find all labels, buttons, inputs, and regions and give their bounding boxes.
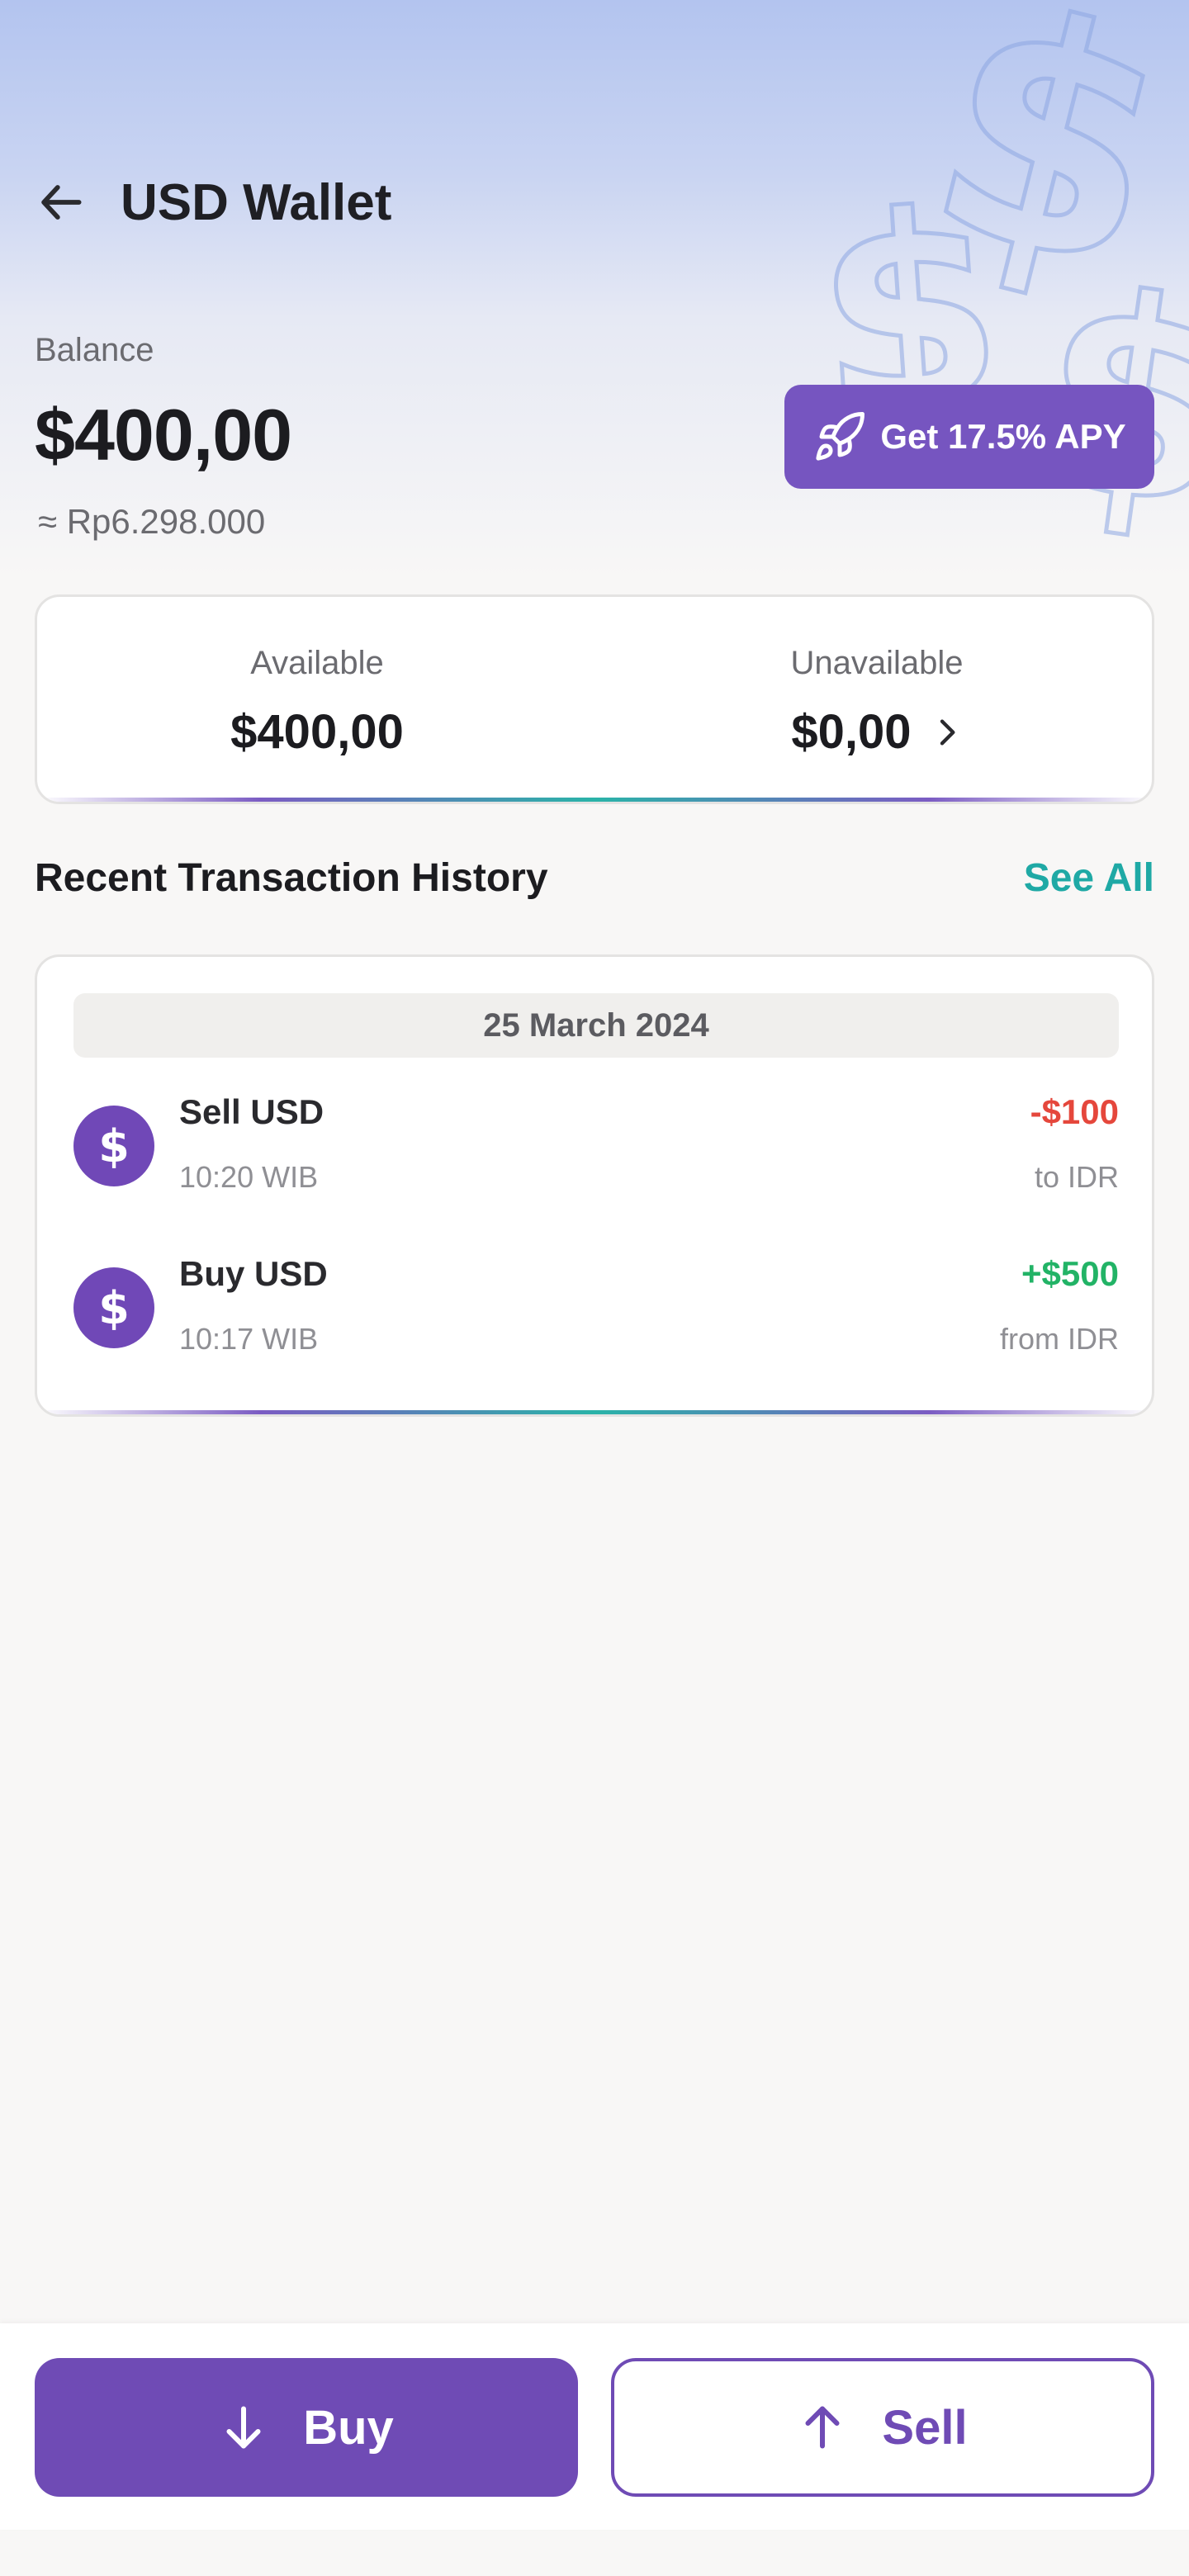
unavailable-value: $0,00 <box>791 705 912 759</box>
get-apy-label: Get 17.5% APY <box>880 417 1126 456</box>
balance-idr-equivalent: ≈ Rp6.298.000 <box>38 502 266 541</box>
sell-label: Sell <box>882 2400 968 2455</box>
transaction-amount: -$100 <box>1030 1092 1119 1131</box>
back-button[interactable] <box>33 173 91 231</box>
unavailable-balance-button[interactable]: Unavailable $0,00 <box>597 597 1152 802</box>
date-header: 25 March 2024 <box>73 993 1119 1058</box>
transaction-row[interactable]: $ Sell USD 10:20 WIB -$100 to IDR <box>73 1089 1119 1205</box>
section-title: Recent Transaction History <box>35 856 548 900</box>
transaction-row[interactable]: $ Buy USD 10:17 WIB +$500 from IDR <box>73 1251 1119 1366</box>
transaction-section-header: Recent Transaction History See All <box>35 855 1154 901</box>
see-all-link[interactable]: See All <box>1024 855 1154 901</box>
page-title: USD Wallet <box>121 173 392 231</box>
rocket-icon <box>816 412 865 461</box>
available-balance: Available $400,00 <box>37 597 597 802</box>
balance-label: Balance <box>35 332 154 368</box>
get-apy-button[interactable]: Get 17.5% APY <box>784 385 1154 489</box>
available-value: $400,00 <box>230 705 404 759</box>
available-label: Available <box>250 645 384 681</box>
header-background: $ $ $ <box>0 0 1189 578</box>
transaction-time: 10:20 WIB <box>179 1160 319 1194</box>
arrow-down-icon <box>226 2406 261 2449</box>
transaction-subtext: to IDR <box>1034 1160 1119 1194</box>
arrow-up-icon <box>805 2406 840 2449</box>
chevron-right-icon <box>930 714 963 751</box>
arrow-left-icon <box>41 185 82 220</box>
transaction-name: Buy USD <box>179 1254 328 1293</box>
dollar-icon: $ <box>73 1267 154 1348</box>
transaction-time: 10:17 WIB <box>179 1322 319 1356</box>
transaction-list-card: 25 March 2024 $ Sell USD 10:20 WIB -$100… <box>35 954 1154 1417</box>
buy-label: Buy <box>303 2400 394 2455</box>
buy-button[interactable]: Buy <box>35 2358 578 2497</box>
balance-value: $400,00 <box>35 394 292 476</box>
top-bar: USD Wallet <box>33 165 391 239</box>
transaction-amount: +$500 <box>1021 1254 1119 1293</box>
card-gradient-bar <box>37 798 1152 802</box>
bottom-action-bar: Buy Sell <box>0 2323 1189 2530</box>
availability-card: Available $400,00 Unavailable $0,00 <box>35 594 1154 804</box>
unavailable-value-row: $0,00 <box>597 704 1152 760</box>
sell-button[interactable]: Sell <box>611 2358 1154 2497</box>
transaction-subtext: from IDR <box>1000 1322 1119 1356</box>
transaction-name: Sell USD <box>179 1092 324 1131</box>
card-gradient-bar <box>37 1410 1152 1414</box>
unavailable-label: Unavailable <box>790 645 964 681</box>
dollar-icon: $ <box>73 1106 154 1186</box>
available-value-row: $400,00 <box>37 704 597 760</box>
